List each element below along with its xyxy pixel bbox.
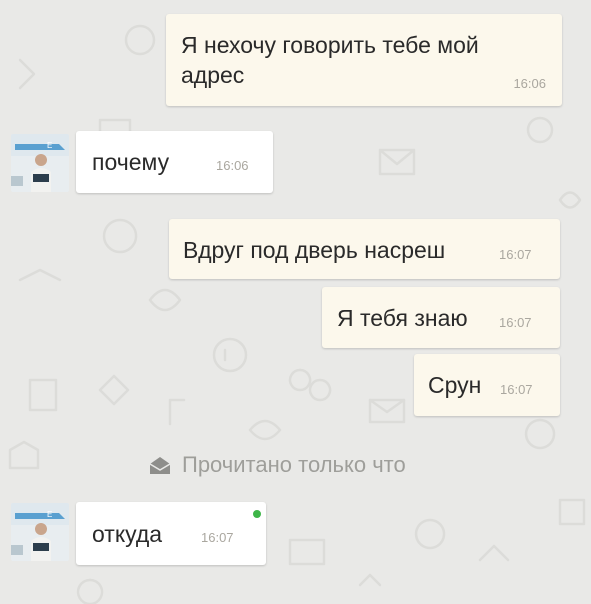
message-timestamp: 16:06 <box>216 158 249 173</box>
message-bubble-outgoing[interactable]: Я нехочу говорить тебе мой адрес 16:06 <box>166 14 562 106</box>
message-timestamp: 16:06 <box>513 76 546 91</box>
message-bubble-outgoing[interactable]: Я тебя знаю 16:07 <box>322 287 560 348</box>
message-timestamp: 16:07 <box>499 247 532 262</box>
message-timestamp: 16:07 <box>201 530 234 545</box>
svg-text:E: E <box>47 141 52 150</box>
read-status: Прочитано только что <box>148 452 406 478</box>
message-text-line: Я нехочу говорить тебе мой <box>181 32 479 58</box>
message-bubble-incoming[interactable]: почему 16:06 <box>76 131 273 193</box>
message-text: откуда <box>92 521 163 547</box>
message-bubble-outgoing[interactable]: Срун 16:07 <box>414 354 560 416</box>
message-text-line: адрес <box>181 62 245 88</box>
contact-avatar[interactable]: E <box>11 134 69 192</box>
read-envelope-icon <box>149 457 171 474</box>
svg-text:E: E <box>47 510 52 519</box>
message-bubble-outgoing[interactable]: Вдруг под дверь насреш 16:07 <box>169 219 560 279</box>
avatar-photo-icon: E <box>11 503 69 561</box>
avatar-photo-icon: E <box>11 134 69 192</box>
message-text: Срун <box>428 372 482 398</box>
contact-avatar[interactable]: E <box>11 503 69 561</box>
message-text: Я тебя знаю <box>337 305 468 331</box>
message-text: почему <box>92 149 170 175</box>
message-timestamp: 16:07 <box>499 315 532 330</box>
message-bubble-incoming[interactable]: откуда 16:07 <box>76 502 266 565</box>
message-text: Вдруг под дверь насреш <box>183 237 446 263</box>
online-indicator-icon <box>253 510 261 518</box>
message-timestamp: 16:07 <box>500 382 533 397</box>
read-status-text: Прочитано только что <box>182 452 406 477</box>
